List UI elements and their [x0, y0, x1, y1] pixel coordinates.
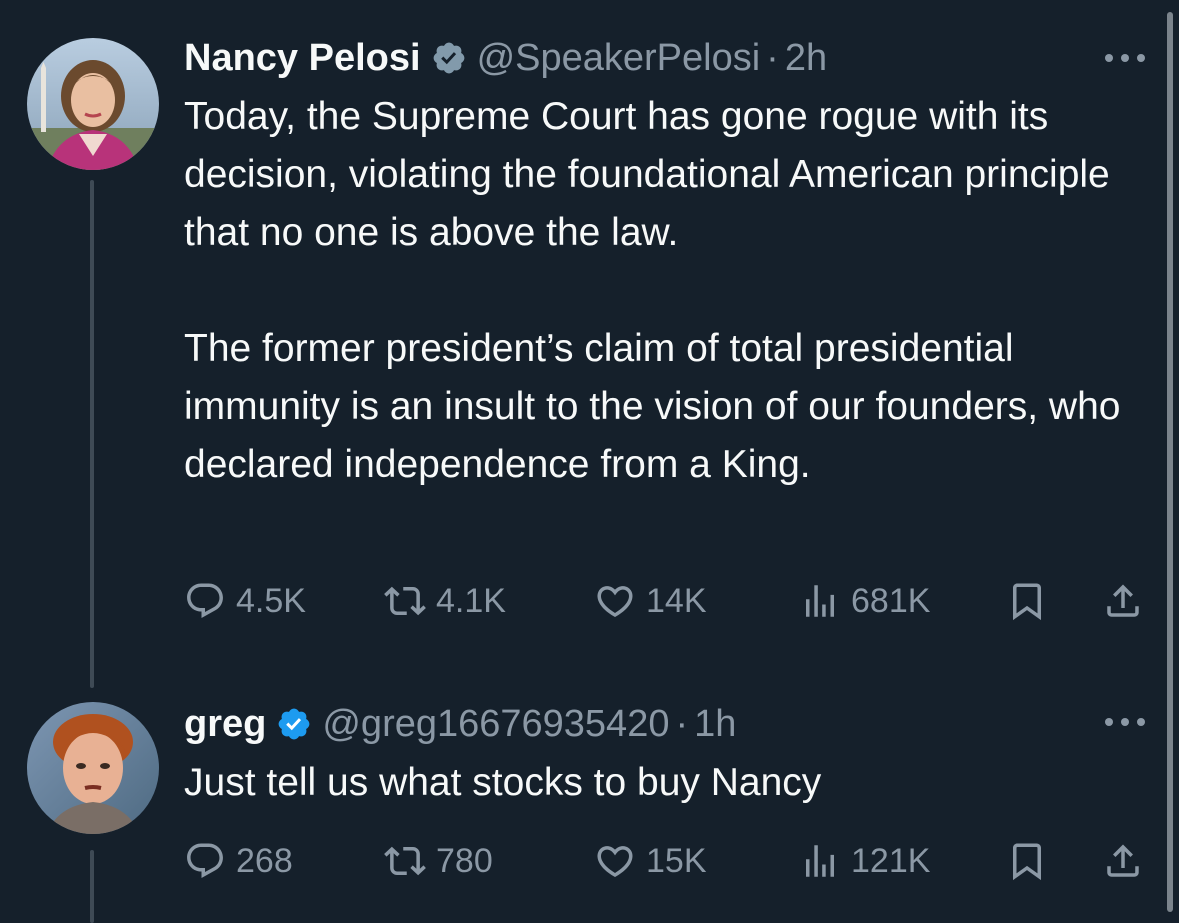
like-button[interactable]: 15K [594, 836, 707, 886]
share-button[interactable] [1102, 836, 1144, 886]
reply-icon [187, 843, 223, 878]
reply-count: 4.5K [236, 581, 306, 620]
views-count: 681K [851, 581, 931, 620]
avatar-greg[interactable] [27, 702, 159, 834]
thread-connector-line-bottom [90, 850, 94, 923]
bookmark-button[interactable] [1006, 836, 1048, 886]
handle[interactable]: @greg16676935420 [322, 702, 669, 746]
handle[interactable]: @SpeakerPelosi [477, 36, 761, 80]
scrollbar[interactable] [1167, 12, 1173, 912]
retweet-icon [384, 846, 426, 876]
share-icon [1107, 844, 1139, 877]
like-button[interactable]: 14K [594, 576, 707, 626]
bookmark-button[interactable] [1006, 576, 1048, 626]
reply-icon [187, 583, 223, 618]
reply-button[interactable]: 4.5K [184, 576, 306, 626]
verified-badge-icon[interactable] [276, 706, 312, 742]
verified-badge-icon[interactable] [431, 40, 467, 76]
display-name[interactable]: Nancy Pelosi [184, 36, 421, 80]
retweet-count: 780 [436, 841, 493, 880]
display-name[interactable]: greg [184, 702, 266, 746]
tweet-text: Today, the Supreme Court has gone rogue … [184, 95, 1121, 486]
reply-count: 268 [236, 841, 293, 880]
like-count: 14K [646, 581, 707, 620]
tweet-text: Just tell us what stocks to buy Nancy [184, 761, 822, 804]
like-icon [597, 846, 633, 878]
views-icon [806, 845, 834, 877]
thread-connector-line [90, 180, 94, 688]
share-icon [1107, 584, 1139, 617]
retweet-count: 4.1K [436, 581, 506, 620]
more-icon[interactable] [1105, 712, 1145, 732]
more-icon[interactable] [1105, 48, 1145, 68]
retweet-button[interactable]: 780 [384, 836, 493, 886]
views-button[interactable]: 681K [799, 576, 930, 626]
avatar-pelosi[interactable] [27, 38, 159, 170]
separator-dot: · [766, 37, 779, 79]
timestamp[interactable]: 1h [694, 702, 736, 746]
tweet-header: Nancy Pelosi @SpeakerPelosi · 2h [184, 36, 827, 80]
separator-dot: · [675, 703, 689, 745]
bookmark-icon [1013, 843, 1041, 881]
like-icon [597, 586, 633, 618]
tweet-header: greg @greg16676935420 · 1h [184, 702, 736, 746]
views-count: 121K [851, 841, 931, 880]
like-count: 15K [646, 841, 707, 880]
views-button[interactable]: 121K [799, 836, 930, 886]
bookmark-icon [1013, 583, 1041, 621]
reply-button[interactable]: 268 [184, 836, 293, 886]
timestamp[interactable]: 2h [785, 36, 827, 80]
views-icon [806, 585, 834, 617]
retweet-button[interactable]: 4.1K [384, 576, 506, 626]
tweet-actions: 4.5K 4.1K 14K 681K [184, 576, 1146, 626]
share-button[interactable] [1102, 576, 1144, 626]
tweet-actions: 268 780 15K 121K [184, 836, 1146, 886]
retweet-icon [384, 586, 426, 616]
